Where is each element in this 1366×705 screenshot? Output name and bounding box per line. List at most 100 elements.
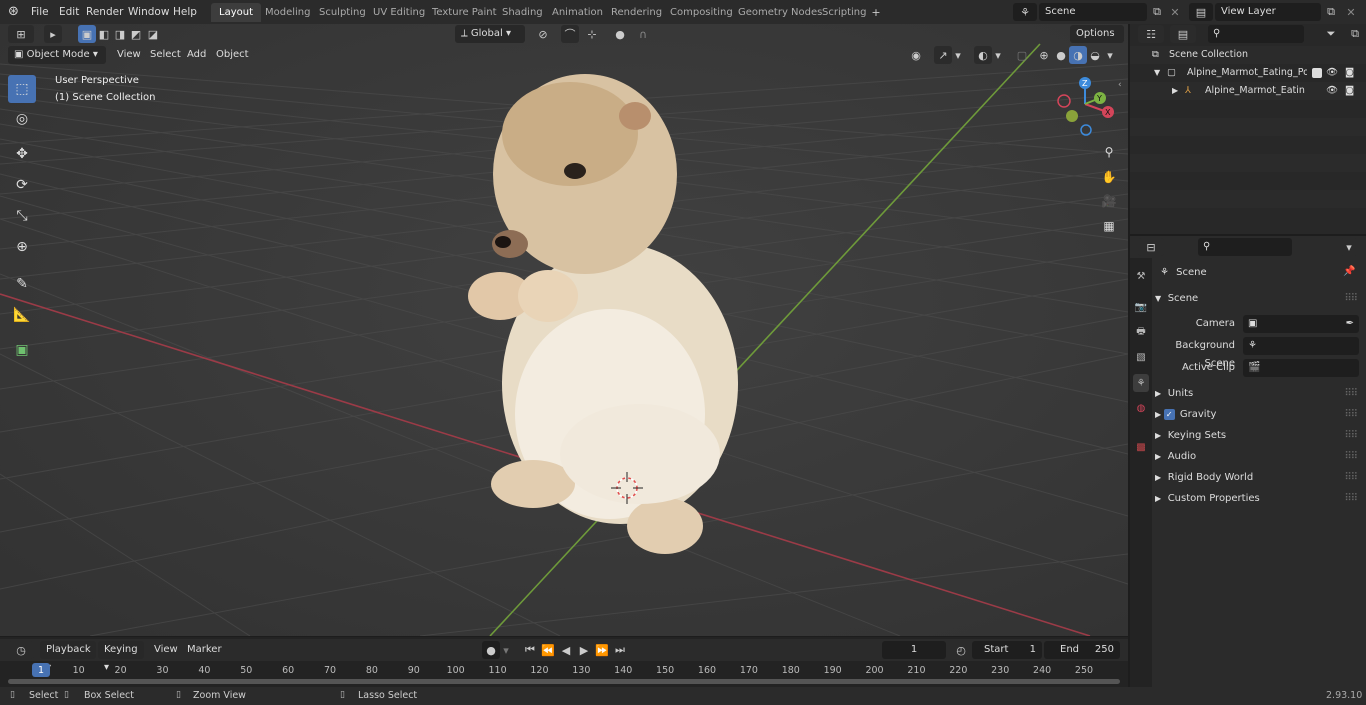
menu-edit[interactable]: Edit <box>59 0 79 24</box>
new-scene-icon[interactable]: ⧉ <box>1148 3 1166 21</box>
drag-handle-icon[interactable]: ⠿⠿ <box>1344 384 1358 404</box>
sidebar-toggle-icon[interactable]: ‹ <box>1118 80 1122 90</box>
drag-handle-icon[interactable]: ⠿⠿ <box>1344 289 1358 309</box>
panel-scene-header[interactable]: ▼ Scene ⠿⠿ <box>1155 289 1363 309</box>
drag-handle-icon[interactable]: ⠿⠿ <box>1344 447 1358 467</box>
texture-tab-icon[interactable]: ▩ <box>1133 438 1149 456</box>
zoom-view-icon[interactable]: ⚲ <box>1098 141 1120 163</box>
jump-prev-keyframe-icon[interactable]: ⏪ <box>539 641 557 659</box>
perspective-toggle-icon[interactable]: ▦ <box>1098 215 1120 237</box>
options-dropdown[interactable]: Options ▾ <box>1070 25 1124 57</box>
tool-scale-icon[interactable]: ⤡ <box>8 202 36 230</box>
editor-type-icon[interactable]: ⊞ <box>8 25 34 43</box>
panel-custom-properties-header[interactable]: ▶ Custom Properties ⠿⠿ <box>1155 489 1363 509</box>
tab-shading[interactable]: Shading <box>494 3 551 22</box>
panel-gravity-header[interactable]: ▶ ✓ Gravity ⠿⠿ <box>1155 405 1363 425</box>
eye-icon[interactable]: 👁 <box>1326 64 1338 82</box>
properties-options-icon[interactable]: ▾ <box>1340 238 1358 256</box>
menu-help[interactable]: Help <box>173 0 197 24</box>
new-collection-icon[interactable]: ⧉ <box>1346 25 1364 43</box>
shading-rendered-icon[interactable]: ◒ <box>1086 46 1104 64</box>
new-view-layer-icon[interactable]: ⧉ <box>1322 3 1340 21</box>
play-reverse-icon[interactable]: ◀ <box>557 641 575 659</box>
panel-units-header[interactable]: ▶ Units ⠿⠿ <box>1155 384 1363 404</box>
auto-keying-icon[interactable]: ● <box>482 641 500 659</box>
tab-layout[interactable]: Layout <box>211 3 261 22</box>
timeline-scrollbar[interactable] <box>8 679 1120 684</box>
playback-dropdown[interactable]: Playback ▾ <box>40 641 96 673</box>
drag-handle-icon[interactable]: ⠿⠿ <box>1344 489 1358 509</box>
panel-keying-sets-header[interactable]: ▶ Keying Sets ⠿⠿ <box>1155 426 1363 446</box>
overlays-icon[interactable]: ◐ <box>974 46 992 64</box>
pan-view-icon[interactable]: ✋ <box>1098 166 1120 188</box>
select-mode-invert-icon[interactable]: ◩ <box>127 25 145 43</box>
camera-render-icon[interactable]: ◙ <box>1345 64 1354 82</box>
timeline-menu-marker[interactable]: Marker <box>187 641 222 659</box>
shading-solid-icon[interactable]: ● <box>1052 46 1070 64</box>
timeline-editor-type-icon[interactable]: ◷ <box>8 641 34 659</box>
tab-texture-paint[interactable]: Texture Paint <box>424 3 505 22</box>
filter-icon[interactable]: ⏷ <box>1318 25 1344 43</box>
view-layer-tab-icon[interactable]: ▧ <box>1133 348 1149 366</box>
tab-compositing[interactable]: Compositing <box>662 3 741 22</box>
menu-select[interactable]: Select <box>150 46 181 64</box>
tool-rotate-icon[interactable]: ⟳ <box>8 171 36 199</box>
select-mode-intersect-icon[interactable]: ◪ <box>144 25 162 43</box>
add-workspace-icon[interactable]: + <box>867 3 885 21</box>
outliner-row-scene-collection[interactable]: ⧉ Scene Collection <box>1130 46 1366 64</box>
delete-scene-icon[interactable]: ✕ <box>1166 3 1184 21</box>
display-mode-icon[interactable]: ▤ <box>1170 25 1196 43</box>
tool-cursor-icon[interactable]: ◎ <box>8 105 36 133</box>
world-tab-icon[interactable]: ◍ <box>1133 399 1149 417</box>
tab-animation[interactable]: Animation <box>544 3 611 22</box>
scene-selector-icon[interactable]: ⚘ <box>1013 3 1037 21</box>
shading-wireframe-icon[interactable]: ⊕ <box>1035 46 1053 64</box>
drag-handle-icon[interactable]: ⠿⠿ <box>1344 426 1358 446</box>
scene-field[interactable]: Scene <box>1039 3 1147 21</box>
eyedropper-icon[interactable]: ✒ <box>1346 315 1354 333</box>
outliner-row-armature[interactable]: ▶ ⅄ Alpine_Marmot_Eating_P 👁 ◙ <box>1130 82 1366 100</box>
properties-editor-type-icon[interactable]: ⊟ <box>1138 238 1164 256</box>
scene-tab-icon[interactable]: ⚘ <box>1133 374 1149 392</box>
view-layer-field[interactable]: View Layer <box>1215 3 1321 21</box>
keying-set-icon[interactable]: ▾ <box>500 641 512 659</box>
snap-target-icon[interactable]: ⊹ <box>580 25 604 43</box>
end-frame-field[interactable]: End 250 <box>1044 641 1120 659</box>
tab-modeling[interactable]: Modeling <box>257 3 319 22</box>
tool-select-box-icon[interactable]: ⬚ <box>8 75 36 103</box>
keying-dropdown[interactable]: Keying ▾ <box>98 641 144 673</box>
visibility-icon[interactable]: ◉ <box>904 46 928 64</box>
start-frame-field[interactable]: Start 1 <box>972 641 1042 659</box>
proportional-falloff-icon[interactable]: ∩ <box>630 25 656 43</box>
jump-next-keyframe-icon[interactable]: ⏩ <box>593 641 611 659</box>
tab-rendering[interactable]: Rendering <box>603 3 670 22</box>
menu-window[interactable]: Window <box>128 0 169 24</box>
camera-render-icon[interactable]: ◙ <box>1345 82 1354 100</box>
panel-rigid-body-world-header[interactable]: ▶ Rigid Body World ⠿⠿ <box>1155 468 1363 488</box>
menu-object[interactable]: Object <box>216 46 249 64</box>
tool-measure-icon[interactable]: 📐 <box>8 301 36 329</box>
outliner-editor-type-icon[interactable]: ☷ <box>1138 25 1164 43</box>
drag-handle-icon[interactable]: ⠿⠿ <box>1344 468 1358 488</box>
shading-material-icon[interactable]: ◑ <box>1069 46 1087 64</box>
menu-view[interactable]: View <box>117 46 141 64</box>
play-icon[interactable]: ▶ <box>575 641 593 659</box>
3d-viewport[interactable] <box>0 24 1128 636</box>
tool-move-icon[interactable]: ✥ <box>8 140 36 168</box>
shading-dropdown-icon[interactable]: ▾ <box>1103 46 1117 64</box>
pin-icon[interactable]: 📌 <box>1343 266 1355 277</box>
gizmo-dropdown-icon[interactable]: ▾ <box>952 46 964 64</box>
outliner-row-collection[interactable]: ▼ ▢ Alpine_Marmot_Eating_Pose_ 👁 ◙ <box>1130 64 1366 82</box>
tool-tab-icon[interactable]: ⚒ <box>1133 267 1149 285</box>
active-clip-field[interactable]: 🎬 <box>1243 359 1359 377</box>
object-mode-dropdown[interactable]: ▣ Object Mode ▾ <box>8 46 106 64</box>
tool-add-cube-icon[interactable]: ▣ <box>8 336 36 364</box>
panel-audio-header[interactable]: ▶ Audio ⠿⠿ <box>1155 447 1363 467</box>
tab-scripting[interactable]: Scripting <box>814 3 874 22</box>
proportional-edit-icon[interactable]: ● <box>611 25 629 43</box>
select-mode-new-icon[interactable]: ▣ <box>78 25 96 43</box>
view-layer-selector-icon[interactable]: ▤ <box>1189 3 1213 21</box>
gravity-checkbox[interactable]: ✓ <box>1163 408 1175 420</box>
tab-uv-editing[interactable]: UV Editing <box>365 3 433 22</box>
outliner-search-input[interactable]: ⚲ <box>1208 25 1304 43</box>
